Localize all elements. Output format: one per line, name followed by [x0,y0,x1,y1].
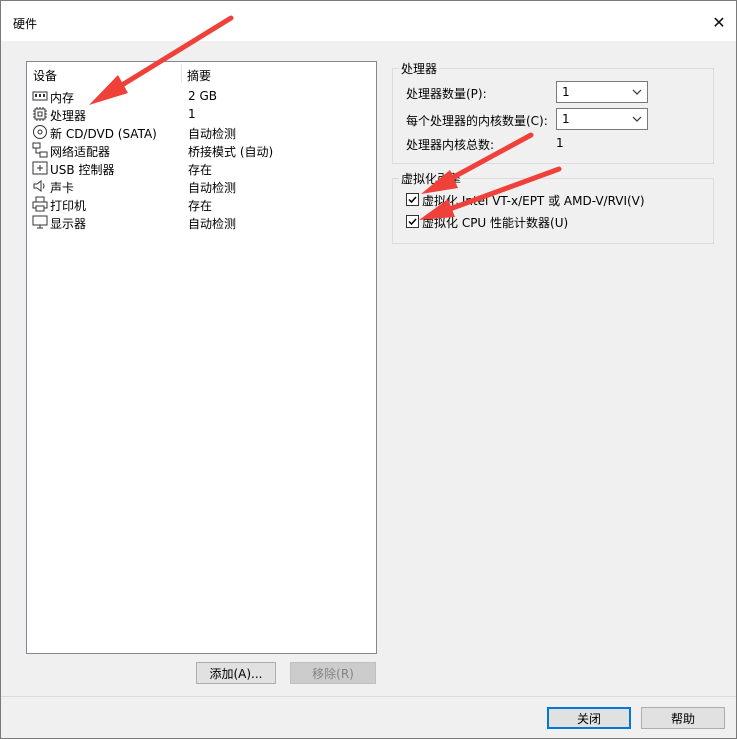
checkmark-icon [408,196,417,204]
chevron-down-icon [632,89,642,95]
device-summary: 桥接模式 (自动) [188,145,274,159]
chevron-down-icon [632,116,642,122]
printer-icon [32,196,48,212]
device-row-usb[interactable]: USB 控制器 存在 [27,159,376,177]
vtx-checkbox[interactable] [406,193,419,206]
processor-icon [33,107,47,121]
title-bar: 硬件 ✕ [1,1,736,41]
device-summary: 自动检测 [188,217,237,231]
device-name: 显示器 [50,217,87,231]
checkmark-icon [408,218,417,226]
footer-divider [1,696,736,697]
device-name: 网络适配器 [50,145,111,159]
device-summary: 自动检测 [188,127,237,141]
processor-count-label: 处理器数量(P): [406,87,487,101]
device-summary: 存在 [188,163,213,177]
network-adapter-icon [32,142,48,158]
device-summary: 自动检测 [188,181,237,195]
cd-dvd-icon [33,125,47,139]
column-header-device[interactable]: 设备 [33,67,57,84]
close-icon[interactable]: ✕ [702,7,736,37]
usb-icon [32,161,48,175]
processor-count-value: 1 [562,85,570,99]
device-row-monitor[interactable]: 显示器 自动检测 [27,213,376,231]
device-name: 声卡 [50,181,75,195]
cpu-counters-label[interactable]: 虚拟化 CPU 性能计数器(U) [422,214,568,231]
device-name: USB 控制器 [50,163,115,177]
dialog-title: 硬件 [13,17,38,31]
device-list-header: 设备 摘要 [27,62,376,84]
vtx-label[interactable]: 虚拟化 Intel VT-x/EPT 或 AMD-V/RVI(V) [422,192,645,209]
add-device-button[interactable]: 添加(A)... [196,662,276,684]
processor-count-select[interactable]: 1 [556,81,648,103]
processor-group-title: 处理器 [401,62,438,76]
cores-per-processor-label: 每个处理器的内核数量(C): [406,114,548,128]
close-button[interactable]: 关闭 [547,707,631,729]
device-summary: 2 GB [188,89,217,103]
memory-icon [32,91,48,101]
remove-device-button[interactable]: 移除(R) [290,662,376,684]
device-row-cd-dvd[interactable]: 新 CD/DVD (SATA) 自动检测 [27,123,376,141]
device-name: 打印机 [50,199,87,213]
device-row-network-adapter[interactable]: 网络适配器 桥接模式 (自动) [27,141,376,159]
device-list: 设备 摘要 内存 2 GB 处理器 1 新 CD/DVD (SATA) 自动检测… [26,61,377,654]
device-row-printer[interactable]: 打印机 存在 [27,195,376,213]
help-button[interactable]: 帮助 [641,707,725,729]
device-name: 内存 [50,91,75,105]
virtualization-group-title: 虚拟化引擎 [401,172,462,186]
cpu-counters-checkbox[interactable] [406,215,419,228]
cores-per-processor-value: 1 [562,112,570,126]
column-separator[interactable] [181,64,182,82]
device-name: 新 CD/DVD (SATA) [50,127,157,141]
hardware-dialog: 硬件 ✕ 设备 摘要 内存 2 GB 处理器 1 新 CD/DVD (SATA)… [0,0,737,739]
column-header-summary[interactable]: 摘要 [187,67,211,84]
device-row-sound-card[interactable]: 声卡 自动检测 [27,177,376,195]
device-summary: 1 [188,107,196,121]
device-name: 处理器 [50,109,87,123]
total-cores-value: 1 [556,136,564,150]
device-row-memory[interactable]: 内存 2 GB [27,87,376,105]
device-summary: 存在 [188,199,213,213]
cores-per-processor-select[interactable]: 1 [556,108,648,130]
device-row-processor[interactable]: 处理器 1 [27,105,376,123]
total-cores-label: 处理器内核总数: [406,138,495,152]
monitor-icon [32,215,48,229]
speaker-icon [33,180,45,192]
